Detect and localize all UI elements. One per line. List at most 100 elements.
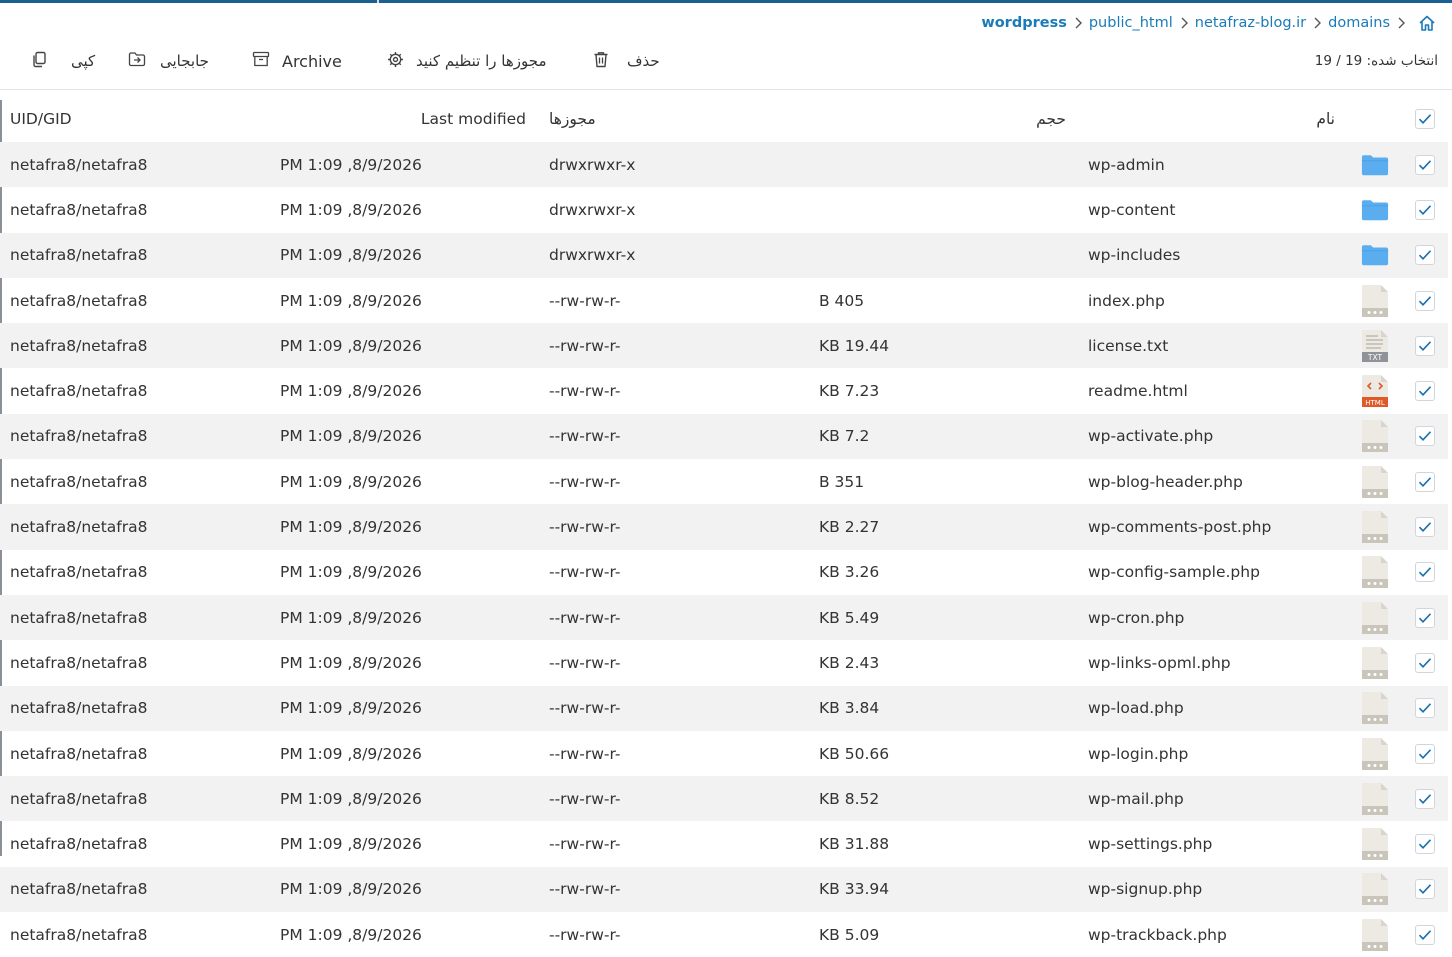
breadcrumb-domains[interactable]: domains: [1328, 15, 1390, 31]
row-checkbox[interactable]: [1413, 504, 1437, 549]
row-checkbox[interactable]: [1413, 912, 1437, 957]
column-header-size[interactable]: حجم: [1036, 95, 1066, 142]
permissions-cell: --rw-rw-r-: [549, 563, 621, 582]
size-cell: KB 2.43: [819, 653, 880, 672]
folder-icon: [1361, 187, 1389, 232]
file-name[interactable]: wp-config-sample.php: [1088, 550, 1260, 595]
row-checkbox[interactable]: [1413, 686, 1437, 731]
row-checkbox[interactable]: [1413, 821, 1437, 866]
row-checkbox[interactable]: [1413, 368, 1437, 413]
uid-cell: netafra8/netafra8: [10, 699, 148, 718]
permissions-cell: --rw-rw-r-: [549, 699, 621, 718]
size-cell: KB 3.26: [819, 563, 880, 582]
table-row[interactable]: netafra8/netafra8 PM 1:09 ,8/9/2026 --rw-r…: [0, 278, 1448, 323]
table-row[interactable]: netafra8/netafra8 PM 1:09 ,8/9/2026 drwxrw…: [0, 232, 1448, 278]
top-accent-bar: [0, 0, 1452, 3]
column-header-uid[interactable]: UID/GID: [10, 95, 72, 142]
table-row[interactable]: netafra8/netafra8 PM 1:09 ,8/9/2026 --rw-r…: [0, 368, 1448, 413]
row-checkbox[interactable]: [1413, 187, 1437, 232]
file-name[interactable]: readme.html: [1088, 368, 1188, 413]
row-checkbox[interactable]: [1413, 595, 1437, 640]
file-name[interactable]: wp-load.php: [1088, 686, 1184, 731]
row-checkbox[interactable]: [1413, 323, 1437, 368]
row-checkbox[interactable]: [1413, 414, 1437, 459]
move-button[interactable]: جابجایی: [128, 44, 209, 78]
permissions-cell: drwxrwxr-x: [549, 200, 636, 219]
set-permissions-button[interactable]: مجوزها را تنظیم کنید: [387, 44, 547, 78]
file-name[interactable]: wp-mail.php: [1088, 776, 1184, 821]
table-row[interactable]: netafra8/netafra8 PM 1:09 ,8/9/2026 --rw-r…: [0, 550, 1448, 595]
permissions-cell: --rw-rw-r-: [549, 382, 621, 401]
file-name[interactable]: license.txt: [1088, 323, 1168, 368]
file-name[interactable]: wp-signup.php: [1088, 867, 1202, 912]
file-name[interactable]: wp-includes: [1088, 233, 1180, 278]
table-row[interactable]: netafra8/netafra8 PM 1:09 ,8/9/2026 --rw-r…: [0, 640, 1448, 685]
table-row[interactable]: netafra8/netafra8 PM 1:09 ,8/9/2026 --rw-r…: [0, 776, 1448, 822]
check-icon: [1415, 335, 1435, 356]
uid-cell: netafra8/netafra8: [10, 744, 148, 763]
table-row[interactable]: netafra8/netafra8 PM 1:09 ,8/9/2026 --rw-r…: [0, 821, 1448, 866]
row-checkbox[interactable]: [1413, 459, 1437, 504]
uid-cell: netafra8/netafra8: [10, 563, 148, 582]
table-row[interactable]: netafra8/netafra8 PM 1:09 ,8/9/2026 drwxrw…: [0, 187, 1448, 232]
file-name[interactable]: wp-trackback.php: [1088, 912, 1227, 957]
table-header: UID/GID Last modified مجوزها حجم نام: [0, 95, 1448, 142]
file-name[interactable]: wp-settings.php: [1088, 821, 1212, 866]
column-header-permissions[interactable]: مجوزها: [549, 95, 596, 142]
file-name[interactable]: wp-activate.php: [1088, 414, 1213, 459]
row-checkbox[interactable]: [1413, 776, 1437, 821]
file-name[interactable]: wp-admin: [1088, 142, 1165, 187]
file-icon: [1361, 731, 1389, 776]
delete-button[interactable]: حذف: [593, 44, 660, 78]
file-icon: [1361, 640, 1389, 685]
row-checkbox[interactable]: [1413, 233, 1437, 278]
table-row[interactable]: netafra8/netafra8 PM 1:09 ,8/9/2026 --rw-r…: [0, 866, 1448, 913]
copy-button[interactable]: کپی: [31, 44, 95, 78]
html-file-icon: HTML: [1361, 368, 1389, 413]
modified-cell: PM 1:09 ,8/9/2026: [280, 246, 422, 265]
select-all-checkbox[interactable]: [1413, 95, 1437, 142]
file-name[interactable]: wp-blog-header.php: [1088, 459, 1243, 504]
column-header-modified[interactable]: Last modified: [421, 95, 526, 142]
table-row[interactable]: netafra8/netafra8 PM 1:09 ,8/9/2026 --rw-r…: [0, 413, 1448, 460]
chevron-right-icon: [1306, 12, 1328, 34]
file-name[interactable]: wp-links-opml.php: [1088, 640, 1231, 685]
file-name[interactable]: wp-content: [1088, 187, 1175, 232]
home-icon[interactable]: [1416, 12, 1438, 34]
table-row[interactable]: netafra8/netafra8 PM 1:09 ,8/9/2026 --rw-r…: [0, 912, 1448, 957]
table-row[interactable]: netafra8/netafra8 PM 1:09 ,8/9/2026 --rw-r…: [0, 459, 1448, 504]
file-name[interactable]: wp-cron.php: [1088, 595, 1184, 640]
modified-cell: PM 1:09 ,8/9/2026: [280, 608, 422, 627]
copy-icon: [31, 51, 47, 72]
file-icon: [1361, 595, 1389, 640]
folder-icon: [1361, 142, 1389, 187]
file-name[interactable]: wp-comments-post.php: [1088, 504, 1271, 549]
row-checkbox[interactable]: [1413, 867, 1437, 912]
breadcrumb-domain[interactable]: netafraz-blog.ir: [1195, 15, 1306, 31]
column-header-name[interactable]: نام: [1316, 95, 1335, 142]
table-row[interactable]: netafra8/netafra8 PM 1:09 ,8/9/2026 --rw-r…: [0, 594, 1448, 641]
size-cell: KB 8.52: [819, 789, 880, 808]
row-checkbox[interactable]: [1413, 731, 1437, 776]
table-row[interactable]: netafra8/netafra8 PM 1:09 ,8/9/2026 --rw-r…: [0, 323, 1448, 369]
table-row[interactable]: netafra8/netafra8 PM 1:09 ,8/9/2026 --rw-r…: [0, 504, 1448, 550]
uid-cell: netafra8/netafra8: [10, 246, 148, 265]
file-icon: [1361, 414, 1389, 459]
modified-cell: PM 1:09 ,8/9/2026: [280, 789, 422, 808]
row-checkbox[interactable]: [1413, 142, 1437, 187]
archive-button[interactable]: Archive: [252, 44, 342, 78]
trash-icon: [593, 51, 609, 72]
check-icon: [1415, 426, 1435, 447]
table-row[interactable]: netafra8/netafra8 PM 1:09 ,8/9/2026 drwxrw…: [0, 142, 1448, 188]
delete-label: حذف: [627, 52, 660, 70]
file-name[interactable]: wp-login.php: [1088, 731, 1188, 776]
table-row[interactable]: netafra8/netafra8 PM 1:09 ,8/9/2026 --rw-r…: [0, 731, 1448, 776]
breadcrumb-wordpress[interactable]: wordpress: [981, 15, 1067, 31]
size-cell: KB 7.2: [819, 427, 870, 446]
row-checkbox[interactable]: [1413, 278, 1437, 323]
table-row[interactable]: netafra8/netafra8 PM 1:09 ,8/9/2026 --rw-r…: [0, 685, 1448, 731]
row-checkbox[interactable]: [1413, 640, 1437, 685]
row-checkbox[interactable]: [1413, 550, 1437, 595]
breadcrumb-public-html[interactable]: public_html: [1089, 15, 1173, 31]
file-name[interactable]: index.php: [1088, 278, 1165, 323]
